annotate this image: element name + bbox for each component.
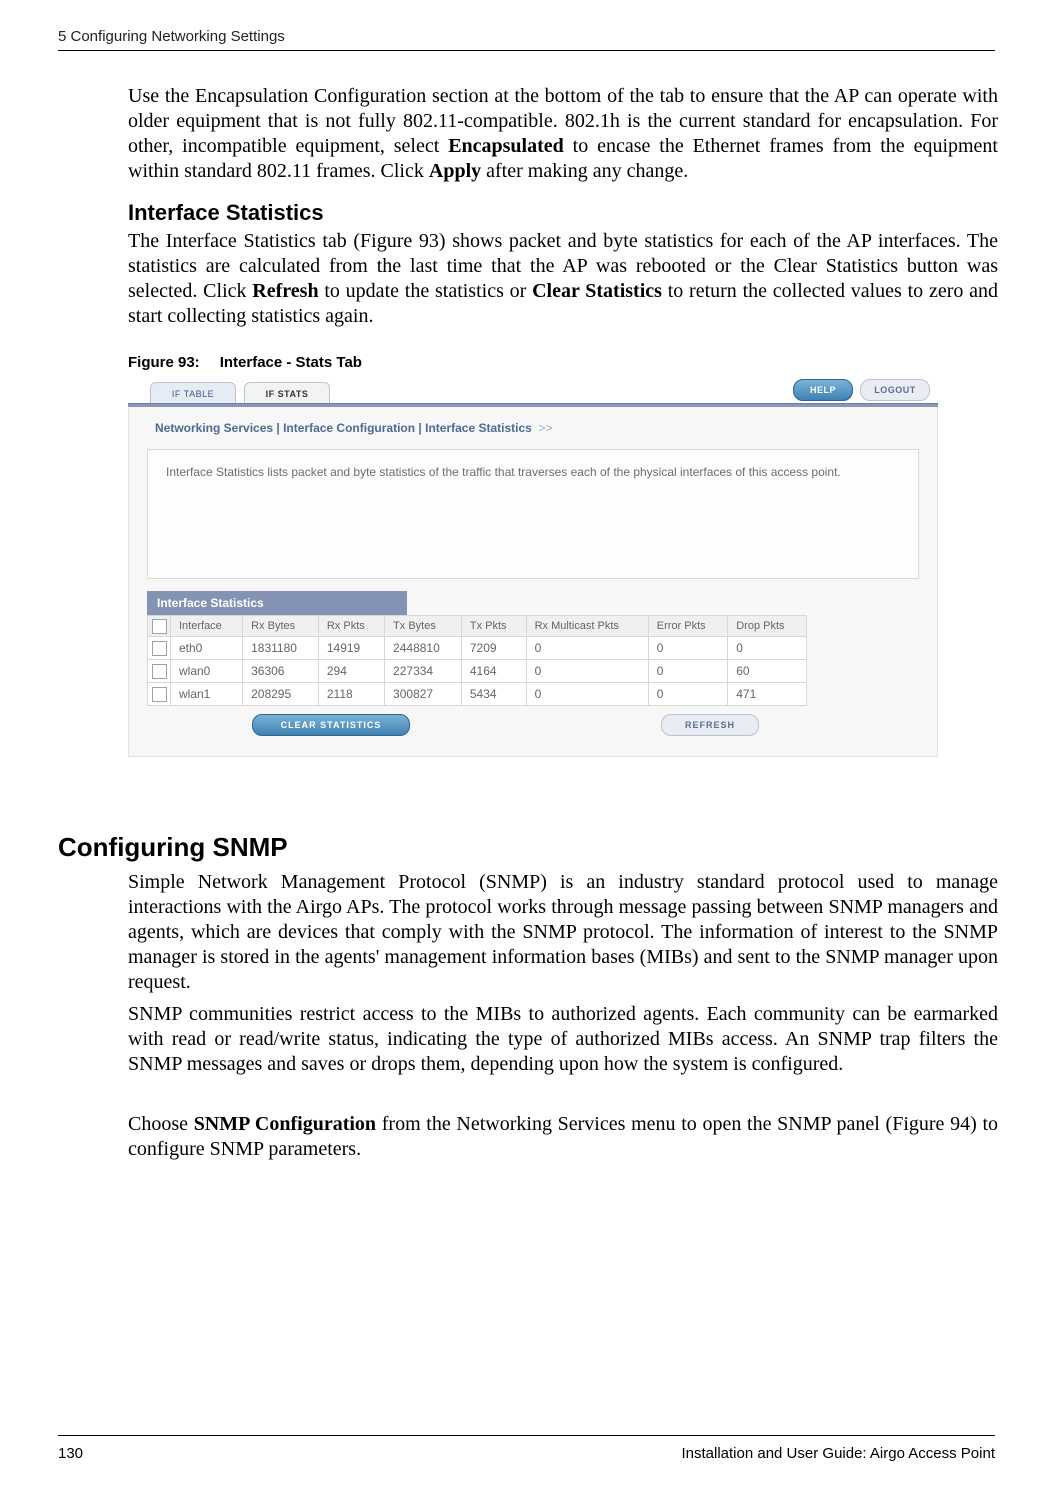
col-rx-bytes: Rx Bytes [243,616,319,637]
breadcrumb-arrows: >> [539,421,553,435]
row-checkbox[interactable] [152,687,167,702]
bold-encapsulated: Encapsulated [448,135,564,157]
row-checkbox[interactable] [152,664,167,679]
heading-interface-statistics: Interface Statistics [128,200,324,226]
cell-tx-bytes: 227334 [385,660,462,683]
table-row: eth0 1831180 14919 2448810 7209 0 0 0 [148,637,807,660]
cell-rx-multicast: 0 [526,660,648,683]
select-all-checkbox-cell [148,616,171,637]
figure-interface-stats-tab: IF TABLE IF STATS HELP LOGOUT Networking… [128,375,938,799]
tab-content: Networking Services | Interface Configur… [128,407,938,757]
cell-drop-pkts: 471 [728,683,807,706]
cell-interface: wlan1 [171,683,243,706]
bold-clear-statistics: Clear Statistics [532,280,662,302]
refresh-button[interactable]: REFRESH [661,714,759,736]
logout-button[interactable]: LOGOUT [860,379,930,401]
cell-interface: eth0 [171,637,243,660]
footer-rule [58,1435,995,1436]
select-all-checkbox[interactable] [152,619,167,634]
text: to update the statistics or [319,280,533,302]
cell-drop-pkts: 0 [728,637,807,660]
row-checkbox-cell [148,683,171,706]
col-rx-multicast-pkts: Rx Multicast Pkts [526,616,648,637]
paragraph-interface-stats: The Interface Statistics tab (Figure 93)… [128,229,998,329]
paragraph-snmp-communities: SNMP communities restrict access to the … [128,1002,998,1077]
text: after making any change. [481,160,688,182]
paragraph-snmp-intro: Simple Network Management Protocol (SNMP… [128,870,998,995]
cell-rx-bytes: 208295 [243,683,319,706]
breadcrumb-text: Networking Services | Interface Configur… [155,421,532,435]
footer-title: Installation and User Guide: Airgo Acces… [681,1445,995,1462]
table-row: wlan0 36306 294 227334 4164 0 0 60 [148,660,807,683]
bold-apply: Apply [429,160,481,182]
paragraph-snmp-choose: Choose SNMP Configuration from the Netwo… [128,1112,998,1162]
cell-rx-bytes: 1831180 [243,637,319,660]
cell-rx-multicast: 0 [526,637,648,660]
cell-error-pkts: 0 [648,637,727,660]
cell-tx-pkts: 7209 [461,637,526,660]
col-error-pkts: Error Pkts [648,616,727,637]
intro-description: Interface Statistics lists packet and by… [147,449,919,579]
cell-tx-pkts: 4164 [461,660,526,683]
cell-rx-pkts: 14919 [318,637,384,660]
col-rx-pkts: Rx Pkts [318,616,384,637]
cell-rx-bytes: 36306 [243,660,319,683]
cell-tx-bytes: 2448810 [385,637,462,660]
cell-tx-pkts: 5434 [461,683,526,706]
cell-interface: wlan0 [171,660,243,683]
button-row: CLEAR STATISTICS REFRESH [147,714,807,742]
row-checkbox-cell [148,637,171,660]
interface-statistics-table: Interface Rx Bytes Rx Pkts Tx Bytes Tx P… [147,615,807,706]
cell-rx-multicast: 0 [526,683,648,706]
cell-error-pkts: 0 [648,660,727,683]
cell-tx-bytes: 300827 [385,683,462,706]
cell-rx-pkts: 2118 [318,683,384,706]
bold-snmp-configuration: SNMP Configuration [194,1113,376,1135]
breadcrumb: Networking Services | Interface Configur… [129,421,937,449]
tab-if-table[interactable]: IF TABLE [150,382,236,404]
text: Choose [128,1113,194,1135]
figure-title: Interface - Stats Tab [220,354,362,371]
cell-rx-pkts: 294 [318,660,384,683]
header-rule [58,50,995,51]
table-header-row: Interface Rx Bytes Rx Pkts Tx Bytes Tx P… [148,616,807,637]
figure-number: Figure 93: [128,354,200,371]
tab-bar: IF TABLE IF STATS HELP LOGOUT [128,375,938,407]
page-number: 130 [58,1445,83,1462]
row-checkbox-cell [148,660,171,683]
paragraph-encapsulation: Use the Encapsulation Configuration sect… [128,84,998,184]
page-footer: 130 Installation and User Guide: Airgo A… [58,1445,995,1462]
section-header-interface-statistics: Interface Statistics [147,591,407,615]
clear-statistics-button[interactable]: CLEAR STATISTICS [252,714,410,736]
col-tx-bytes: Tx Bytes [385,616,462,637]
tab-if-stats[interactable]: IF STATS [244,382,330,404]
page-header: 5 Configuring Networking Settings [58,28,995,45]
col-drop-pkts: Drop Pkts [728,616,807,637]
figure-caption: Figure 93: Interface - Stats Tab [128,354,362,371]
row-checkbox[interactable] [152,641,167,656]
help-button[interactable]: HELP [793,379,853,401]
cell-drop-pkts: 60 [728,660,807,683]
bold-refresh: Refresh [252,280,318,302]
heading-configuring-snmp: Configuring SNMP [58,832,288,863]
col-interface: Interface [171,616,243,637]
col-tx-pkts: Tx Pkts [461,616,526,637]
cell-error-pkts: 0 [648,683,727,706]
table-row: wlan1 208295 2118 300827 5434 0 0 471 [148,683,807,706]
